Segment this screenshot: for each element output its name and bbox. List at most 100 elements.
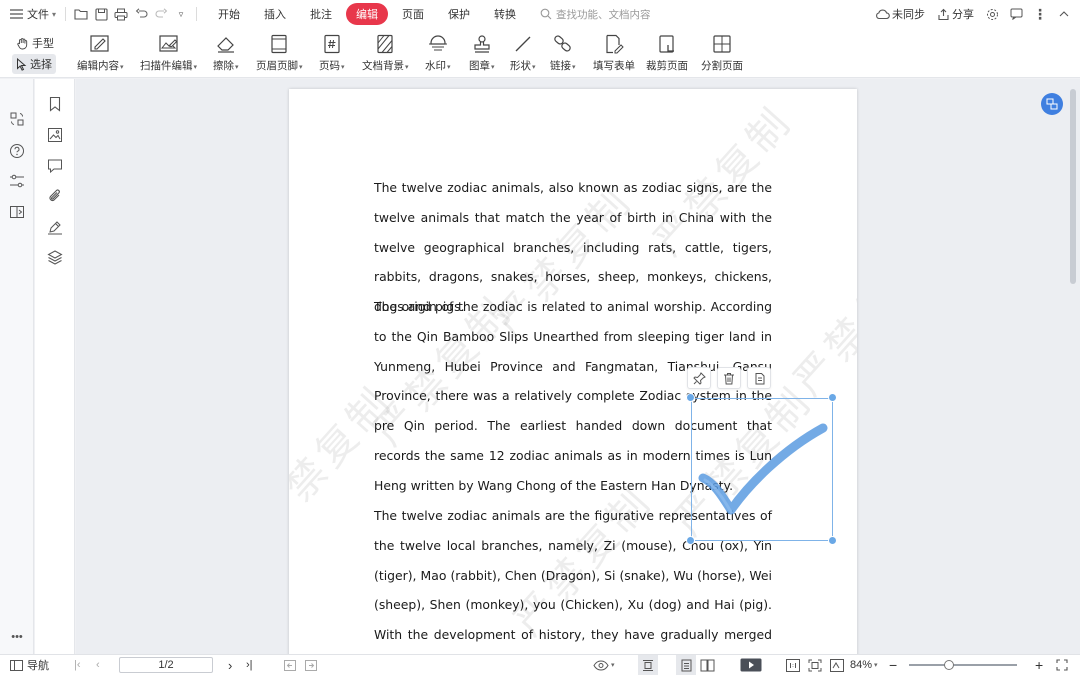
more-options-icon[interactable]: ⋮: [1030, 0, 1050, 28]
tab-edit[interactable]: 编辑: [346, 3, 389, 25]
zoom-in-icon[interactable]: +: [1035, 655, 1043, 675]
last-page-icon[interactable]: ›|: [246, 655, 253, 675]
play-slideshow-icon[interactable]: [740, 655, 762, 675]
filter-settings-icon[interactable]: [7, 171, 27, 191]
tool-label: 形状: [510, 60, 531, 72]
actual-size-icon[interactable]: [786, 655, 800, 675]
divider: [65, 7, 67, 21]
page-number-input[interactable]: 1/2: [119, 657, 213, 673]
tab-page[interactable]: 页面: [392, 3, 434, 25]
attachment-paperclip-icon[interactable]: [45, 186, 65, 206]
tool-edit-content[interactable]: 编辑内容▾: [77, 32, 124, 73]
select-tool-button[interactable]: 选择: [12, 54, 56, 74]
delete-trash-icon[interactable]: [717, 367, 741, 389]
fit-page-icon[interactable]: [808, 655, 822, 675]
tool-crop-page[interactable]: 裁剪页面: [646, 32, 688, 73]
tool-scan-edit[interactable]: 扫描件编辑▾: [140, 32, 197, 73]
continuous-scroll-icon[interactable]: [638, 655, 658, 675]
tab-convert[interactable]: 转换: [484, 3, 526, 25]
tab-insert[interactable]: 插入: [254, 3, 296, 25]
pdf-page[interactable]: 严禁复制 严禁复制 严禁复制 严禁复制 严禁复制 严禁复制 严禁复制 The t…: [289, 89, 857, 654]
pin-icon[interactable]: [687, 367, 711, 389]
open-folder-icon[interactable]: [71, 0, 91, 28]
watermark-icon: [426, 32, 450, 56]
tab-start[interactable]: 开始: [208, 3, 250, 25]
menu-right-group: 未同步 分享 ⋮: [871, 0, 1074, 28]
next-page-icon[interactable]: ›: [228, 655, 232, 675]
single-page-icon[interactable]: [676, 655, 696, 675]
resize-handle[interactable]: [686, 393, 695, 402]
two-page-icon[interactable]: [700, 655, 715, 675]
tool-page-number[interactable]: 页码▾: [319, 32, 345, 73]
share-button[interactable]: 分享: [933, 0, 978, 28]
settings-gear-icon[interactable]: [982, 0, 1002, 28]
hand-tool-button[interactable]: 手型: [12, 33, 58, 53]
signature-pen-icon[interactable]: [45, 217, 65, 237]
tool-stamp[interactable]: 图章▾: [469, 32, 495, 73]
resize-handle[interactable]: [686, 536, 695, 545]
feedback-icon[interactable]: [1006, 0, 1026, 28]
navigation-toggle[interactable]: 导航: [10, 655, 49, 675]
tool-fill-form[interactable]: 填写表单: [593, 32, 635, 73]
file-menu[interactable]: 文件 ▾: [0, 0, 60, 28]
layers-icon[interactable]: [45, 247, 65, 267]
quick-access-dropdown-icon[interactable]: ▿: [171, 0, 191, 28]
tool-link[interactable]: 链接▾: [550, 32, 576, 73]
save-icon[interactable]: [91, 0, 111, 28]
comment-icon[interactable]: [45, 156, 65, 176]
resize-handle[interactable]: [828, 536, 837, 545]
page-number-icon: [320, 32, 344, 56]
divider: [196, 7, 198, 21]
zoom-out-icon[interactable]: −: [889, 655, 897, 675]
floating-tools-button[interactable]: [1041, 93, 1063, 115]
tool-shape[interactable]: 形状▾: [510, 32, 536, 73]
tool-eraser[interactable]: 擦除▾: [213, 32, 239, 73]
resize-handle[interactable]: [828, 393, 837, 402]
tool-label: 编辑内容: [77, 60, 119, 72]
eye-view-icon[interactable]: ▾: [593, 655, 615, 675]
help-icon[interactable]: [7, 141, 27, 161]
thumbnail-image-icon[interactable]: [45, 125, 65, 145]
dropdown-caret-icon: ▾: [491, 64, 495, 71]
back-view-icon[interactable]: [284, 655, 296, 675]
copy-icon[interactable]: [747, 367, 771, 389]
reading-mode-icon[interactable]: [7, 202, 27, 222]
print-icon[interactable]: [111, 0, 131, 28]
forward-view-icon[interactable]: [305, 655, 317, 675]
zoom-slider-knob[interactable]: [943, 660, 954, 670]
replace-icon[interactable]: [7, 109, 27, 129]
zoom-level-dropdown[interactable]: 84% ▾: [850, 655, 878, 675]
tool-split-page[interactable]: 分割页面: [701, 32, 743, 73]
bookmark-icon[interactable]: [45, 94, 65, 114]
tool-watermark[interactable]: 水印▾: [425, 32, 451, 73]
tab-protect[interactable]: 保护: [438, 3, 480, 25]
toolbox-icon: [1046, 98, 1058, 110]
eraser-icon: [214, 32, 238, 56]
zoom-slider[interactable]: [909, 660, 1017, 670]
chevron-down-icon: ▾: [52, 9, 57, 19]
cursor-arrow-icon: [17, 57, 27, 71]
floating-image-toolbar: [687, 367, 771, 389]
prev-page-icon[interactable]: ‹: [96, 655, 100, 675]
tool-document-background[interactable]: 文档背景▾: [362, 32, 409, 73]
hamburger-icon: [10, 9, 23, 19]
first-page-icon[interactable]: |‹: [74, 655, 81, 675]
vertical-scrollbar[interactable]: [1070, 89, 1076, 284]
nav-label: 导航: [27, 660, 49, 672]
document-view[interactable]: 严禁复制 严禁复制 严禁复制 严禁复制 严禁复制 严禁复制 严禁复制 The t…: [76, 79, 1080, 654]
tool-header-footer[interactable]: 页眉页脚▾: [256, 32, 303, 73]
collapse-ribbon-icon[interactable]: [1054, 0, 1074, 28]
watermark: 严禁复制: [785, 236, 857, 405]
tab-annotate[interactable]: 批注: [300, 3, 342, 25]
redo-icon[interactable]: [151, 0, 171, 28]
undo-icon[interactable]: [131, 0, 151, 28]
select-tool-label: 选择: [30, 59, 52, 71]
zoom-mode-icon[interactable]: [830, 655, 844, 675]
scan-edit-icon: [157, 32, 181, 56]
panel-rail: [35, 79, 75, 654]
search-box[interactable]: 查找功能、文档内容: [540, 7, 651, 22]
fullscreen-icon[interactable]: [1056, 655, 1068, 675]
sync-button[interactable]: 未同步: [871, 0, 929, 28]
link-icon: [551, 32, 575, 56]
more-dots-icon[interactable]: •••: [7, 627, 27, 647]
